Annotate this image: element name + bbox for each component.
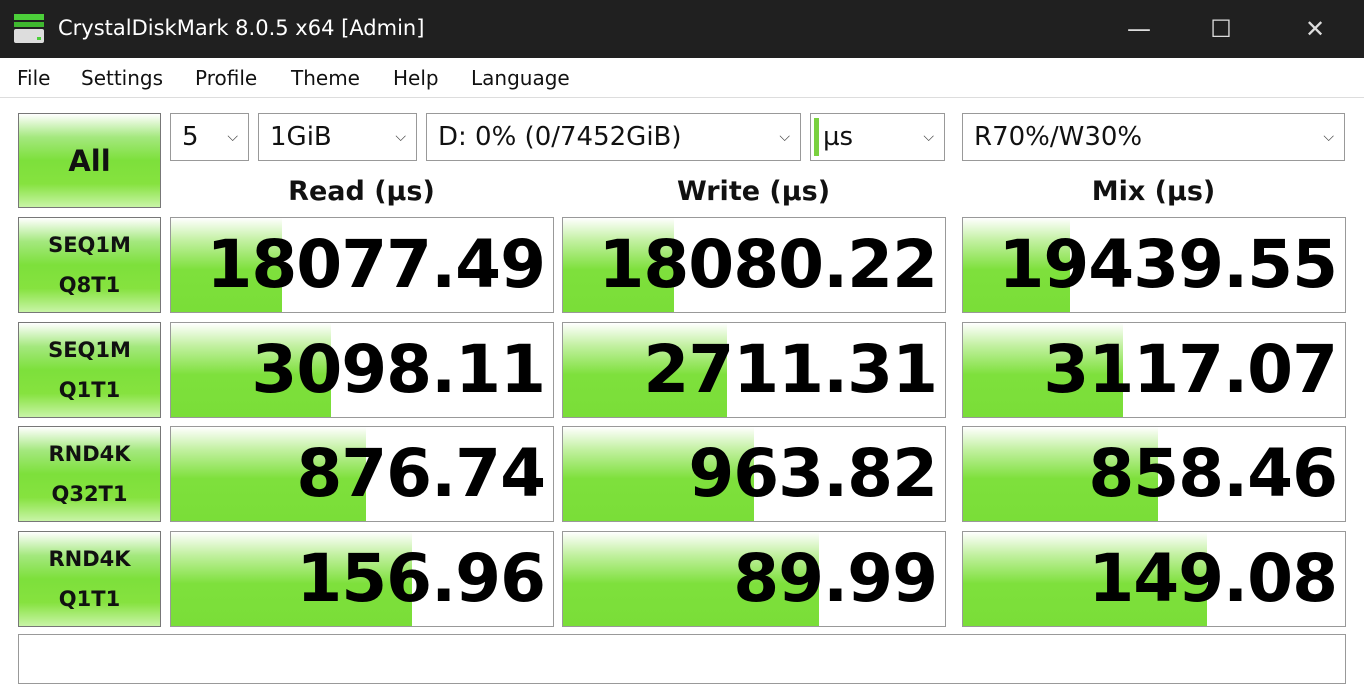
chevron-down-icon: ⌵ bbox=[923, 129, 934, 145]
result-value: 3117.07 bbox=[1043, 330, 1338, 408]
chevron-down-icon: ⌵ bbox=[395, 129, 406, 145]
count-select[interactable]: 5 ⌵ bbox=[170, 113, 249, 161]
write-result: 2711.31 bbox=[562, 321, 946, 418]
menu-help[interactable]: Help bbox=[393, 66, 439, 90]
read-result: 876.74 bbox=[170, 426, 554, 522]
write-header: Write (µs) bbox=[676, 176, 831, 207]
status-bar bbox=[18, 634, 1346, 684]
read-result: 18077.49 bbox=[170, 217, 554, 313]
result-value: 876.74 bbox=[296, 435, 546, 512]
write-result: 963.82 bbox=[562, 426, 946, 522]
mix-select[interactable]: R70%/W30% ⌵ bbox=[962, 113, 1345, 161]
drive-value: D: 0% (0/7452GiB) bbox=[438, 122, 682, 152]
unit-select[interactable]: µs ⌵ bbox=[810, 113, 945, 161]
minimize-button[interactable]: — bbox=[1094, 0, 1184, 58]
result-value: 89.99 bbox=[733, 539, 938, 617]
test-params: Q8T1 bbox=[58, 273, 121, 297]
title-bar: CrystalDiskMark 8.0.5 x64 [Admin] — ☐ ✕ bbox=[0, 0, 1364, 58]
test-button-2[interactable]: RND4K Q32T1 bbox=[18, 426, 161, 522]
read-result: 156.96 bbox=[170, 530, 554, 627]
chevron-down-icon: ⌵ bbox=[779, 129, 790, 145]
result-value: 18080.22 bbox=[598, 226, 938, 303]
maximize-button[interactable]: ☐ bbox=[1176, 0, 1266, 58]
test-name: RND4K bbox=[48, 546, 131, 571]
mix-result: 19439.55 bbox=[962, 217, 1346, 313]
mix-result: 858.46 bbox=[962, 426, 1346, 522]
unit-value: µs bbox=[823, 122, 854, 152]
read-header: Read (µs) bbox=[288, 176, 435, 207]
result-value: 963.82 bbox=[688, 435, 938, 512]
result-value: 2711.31 bbox=[643, 330, 938, 408]
result-value: 3098.11 bbox=[251, 330, 546, 408]
mix-value: R70%/W30% bbox=[974, 122, 1143, 152]
chevron-down-icon: ⌵ bbox=[1323, 129, 1334, 145]
size-select[interactable]: 1GiB ⌵ bbox=[258, 113, 417, 161]
mix-header: Mix (µs) bbox=[1091, 176, 1216, 207]
menu-settings[interactable]: Settings bbox=[81, 66, 163, 90]
result-value: 858.46 bbox=[1088, 435, 1338, 512]
menu-file[interactable]: File bbox=[17, 66, 50, 90]
close-button[interactable]: ✕ bbox=[1270, 0, 1360, 58]
all-button[interactable]: All bbox=[18, 113, 161, 208]
test-name: SEQ1M bbox=[48, 337, 131, 362]
unit-indicator bbox=[814, 118, 819, 156]
test-name: SEQ1M bbox=[48, 233, 131, 257]
read-result: 3098.11 bbox=[170, 321, 554, 418]
test-button-1[interactable]: SEQ1M Q1T1 bbox=[18, 321, 161, 418]
result-value: 18077.49 bbox=[206, 226, 546, 303]
test-name: RND4K bbox=[48, 442, 131, 466]
test-button-3[interactable]: RND4K Q1T1 bbox=[18, 530, 161, 627]
all-label: All bbox=[68, 143, 111, 178]
menu-language[interactable]: Language bbox=[471, 66, 570, 90]
count-value: 5 bbox=[182, 122, 199, 152]
drive-select[interactable]: D: 0% (0/7452GiB) ⌵ bbox=[426, 113, 801, 161]
mix-result: 149.08 bbox=[962, 530, 1346, 627]
size-value: 1GiB bbox=[270, 122, 332, 152]
menu-theme[interactable]: Theme bbox=[291, 66, 360, 90]
app-disk-icon bbox=[14, 14, 44, 43]
menu-bar: File Settings Profile Theme Help Languag… bbox=[0, 58, 1364, 98]
window-title: CrystalDiskMark 8.0.5 x64 [Admin] bbox=[58, 16, 425, 40]
result-value: 156.96 bbox=[296, 539, 546, 617]
test-params: Q1T1 bbox=[58, 586, 121, 611]
chevron-down-icon: ⌵ bbox=[227, 129, 238, 145]
result-value: 19439.55 bbox=[998, 226, 1338, 303]
mix-result: 3117.07 bbox=[962, 321, 1346, 418]
test-params: Q32T1 bbox=[51, 482, 128, 506]
result-value: 149.08 bbox=[1088, 539, 1338, 617]
test-button-0[interactable]: SEQ1M Q8T1 bbox=[18, 217, 161, 313]
write-result: 18080.22 bbox=[562, 217, 946, 313]
test-params: Q1T1 bbox=[58, 377, 121, 402]
menu-profile[interactable]: Profile bbox=[195, 66, 257, 90]
write-result: 89.99 bbox=[562, 530, 946, 627]
